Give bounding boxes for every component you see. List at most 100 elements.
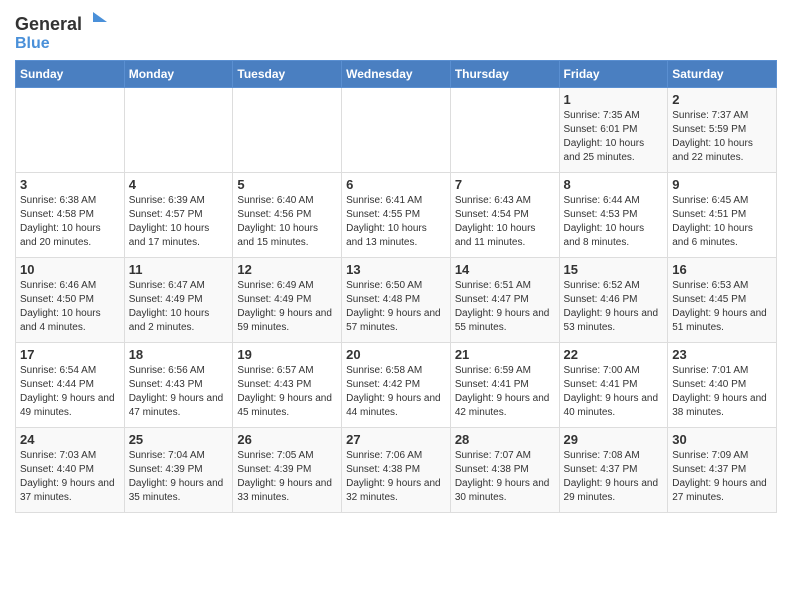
day-info: Sunrise: 6:50 AM Sunset: 4:48 PM Dayligh…	[346, 279, 446, 335]
day-number: 30	[672, 432, 772, 447]
svg-text:General: General	[15, 14, 82, 34]
day-number: 5	[237, 177, 337, 192]
calendar-day-cell: 30 Sunrise: 7:09 AM Sunset: 4:37 PM Dayli…	[668, 428, 777, 513]
day-number: 12	[237, 262, 337, 277]
calendar-day-cell: 12 Sunrise: 6:49 AM Sunset: 4:49 PM Dayli…	[233, 258, 342, 343]
day-number: 6	[346, 177, 446, 192]
day-info: Sunrise: 6:57 AM Sunset: 4:43 PM Dayligh…	[237, 364, 337, 420]
day-info: Sunrise: 7:37 AM Sunset: 5:59 PM Dayligh…	[672, 109, 772, 165]
calendar-week-row: 1 Sunrise: 7:35 AM Sunset: 6:01 PM Daylig…	[16, 88, 777, 173]
calendar-day-cell: 2 Sunrise: 7:37 AM Sunset: 5:59 PM Daylig…	[668, 88, 777, 173]
day-number: 19	[237, 347, 337, 362]
day-number: 8	[564, 177, 664, 192]
day-info: Sunrise: 7:04 AM Sunset: 4:39 PM Dayligh…	[129, 449, 229, 505]
day-info: Sunrise: 6:51 AM Sunset: 4:47 PM Dayligh…	[455, 279, 555, 335]
day-number: 28	[455, 432, 555, 447]
day-info: Sunrise: 6:53 AM Sunset: 4:45 PM Dayligh…	[672, 279, 772, 335]
calendar-day-cell	[450, 88, 559, 173]
weekday-header: Thursday	[450, 61, 559, 88]
day-number: 25	[129, 432, 229, 447]
calendar-day-cell: 3 Sunrise: 6:38 AM Sunset: 4:58 PM Daylig…	[16, 173, 125, 258]
day-info: Sunrise: 7:05 AM Sunset: 4:39 PM Dayligh…	[237, 449, 337, 505]
weekday-header: Saturday	[668, 61, 777, 88]
day-info: Sunrise: 6:58 AM Sunset: 4:42 PM Dayligh…	[346, 364, 446, 420]
calendar-day-cell: 7 Sunrise: 6:43 AM Sunset: 4:54 PM Daylig…	[450, 173, 559, 258]
calendar-day-cell: 10Sunrise: 6:46 AM Sunset: 4:50 PM Dayli…	[16, 258, 125, 343]
day-info: Sunrise: 6:46 AM Sunset: 4:50 PM Dayligh…	[20, 279, 120, 335]
day-info: Sunrise: 7:00 AM Sunset: 4:41 PM Dayligh…	[564, 364, 664, 420]
weekday-header: Monday	[124, 61, 233, 88]
day-info: Sunrise: 7:06 AM Sunset: 4:38 PM Dayligh…	[346, 449, 446, 505]
day-info: Sunrise: 7:09 AM Sunset: 4:37 PM Dayligh…	[672, 449, 772, 505]
calendar-day-cell: 15 Sunrise: 6:52 AM Sunset: 4:46 PM Dayli…	[559, 258, 668, 343]
calendar-day-cell: 18Sunrise: 6:56 AM Sunset: 4:43 PM Dayli…	[124, 343, 233, 428]
day-info: Sunrise: 6:47 AM Sunset: 4:49 PM Dayligh…	[129, 279, 229, 335]
weekday-header: Sunday	[16, 61, 125, 88]
logo: GeneralBlue	[15, 10, 110, 55]
day-number: 1	[564, 92, 664, 107]
calendar-day-cell: 22Sunrise: 7:00 AM Sunset: 4:41 PM Dayli…	[559, 343, 668, 428]
calendar-day-cell: 4Sunrise: 6:39 AM Sunset: 4:57 PM Daylig…	[124, 173, 233, 258]
day-number: 17	[20, 347, 120, 362]
page-container: GeneralBlue SundayMondayTuesdayWednesday…	[0, 0, 792, 523]
calendar-day-cell: 17 Sunrise: 6:54 AM Sunset: 4:44 PM Dayli…	[16, 343, 125, 428]
calendar-day-cell: 20 Sunrise: 6:58 AM Sunset: 4:42 PM Dayli…	[342, 343, 451, 428]
day-info: Sunrise: 6:44 AM Sunset: 4:53 PM Dayligh…	[564, 194, 664, 250]
calendar-day-cell	[233, 88, 342, 173]
calendar-day-cell: 29Sunrise: 7:08 AM Sunset: 4:37 PM Dayli…	[559, 428, 668, 513]
calendar-day-cell: 14 Sunrise: 6:51 AM Sunset: 4:47 PM Dayli…	[450, 258, 559, 343]
calendar-day-cell: 21 Sunrise: 6:59 AM Sunset: 4:41 PM Dayli…	[450, 343, 559, 428]
day-info: Sunrise: 6:49 AM Sunset: 4:49 PM Dayligh…	[237, 279, 337, 335]
calendar-day-cell: 26Sunrise: 7:05 AM Sunset: 4:39 PM Dayli…	[233, 428, 342, 513]
calendar-table: SundayMondayTuesdayWednesdayThursdayFrid…	[15, 60, 777, 513]
calendar-week-row: 10Sunrise: 6:46 AM Sunset: 4:50 PM Dayli…	[16, 258, 777, 343]
calendar-day-cell: 11 Sunrise: 6:47 AM Sunset: 4:49 PM Dayli…	[124, 258, 233, 343]
day-info: Sunrise: 6:40 AM Sunset: 4:56 PM Dayligh…	[237, 194, 337, 250]
day-number: 29	[564, 432, 664, 447]
day-info: Sunrise: 6:59 AM Sunset: 4:41 PM Dayligh…	[455, 364, 555, 420]
day-number: 2	[672, 92, 772, 107]
calendar-day-cell: 8 Sunrise: 6:44 AM Sunset: 4:53 PM Daylig…	[559, 173, 668, 258]
calendar-day-cell: 19 Sunrise: 6:57 AM Sunset: 4:43 PM Dayli…	[233, 343, 342, 428]
day-info: Sunrise: 7:07 AM Sunset: 4:38 PM Dayligh…	[455, 449, 555, 505]
day-info: Sunrise: 7:03 AM Sunset: 4:40 PM Dayligh…	[20, 449, 120, 505]
day-number: 24	[20, 432, 120, 447]
day-info: Sunrise: 6:39 AM Sunset: 4:57 PM Dayligh…	[129, 194, 229, 250]
day-info: Sunrise: 7:35 AM Sunset: 6:01 PM Dayligh…	[564, 109, 664, 165]
day-info: Sunrise: 6:38 AM Sunset: 4:58 PM Dayligh…	[20, 194, 120, 250]
day-number: 20	[346, 347, 446, 362]
header: GeneralBlue	[15, 10, 777, 55]
calendar-day-cell: 24 Sunrise: 7:03 AM Sunset: 4:40 PM Dayli…	[16, 428, 125, 513]
day-number: 3	[20, 177, 120, 192]
day-number: 7	[455, 177, 555, 192]
day-info: Sunrise: 6:43 AM Sunset: 4:54 PM Dayligh…	[455, 194, 555, 250]
day-number: 15	[564, 262, 664, 277]
day-number: 13	[346, 262, 446, 277]
day-number: 14	[455, 262, 555, 277]
day-info: Sunrise: 6:45 AM Sunset: 4:51 PM Dayligh…	[672, 194, 772, 250]
calendar-day-cell: 28 Sunrise: 7:07 AM Sunset: 4:38 PM Dayli…	[450, 428, 559, 513]
calendar-day-cell: 27Sunrise: 7:06 AM Sunset: 4:38 PM Dayli…	[342, 428, 451, 513]
calendar-header-row: SundayMondayTuesdayWednesdayThursdayFrid…	[16, 61, 777, 88]
calendar-day-cell	[16, 88, 125, 173]
day-number: 23	[672, 347, 772, 362]
day-number: 9	[672, 177, 772, 192]
day-info: Sunrise: 7:01 AM Sunset: 4:40 PM Dayligh…	[672, 364, 772, 420]
calendar-day-cell	[342, 88, 451, 173]
day-info: Sunrise: 6:52 AM Sunset: 4:46 PM Dayligh…	[564, 279, 664, 335]
calendar-day-cell: 5 Sunrise: 6:40 AM Sunset: 4:56 PM Daylig…	[233, 173, 342, 258]
logo-svg: GeneralBlue	[15, 10, 110, 55]
day-info: Sunrise: 6:41 AM Sunset: 4:55 PM Dayligh…	[346, 194, 446, 250]
day-info: Sunrise: 6:56 AM Sunset: 4:43 PM Dayligh…	[129, 364, 229, 420]
svg-text:Blue: Blue	[15, 35, 50, 52]
calendar-day-cell: 25 Sunrise: 7:04 AM Sunset: 4:39 PM Dayli…	[124, 428, 233, 513]
day-number: 11	[129, 262, 229, 277]
calendar-day-cell: 16 Sunrise: 6:53 AM Sunset: 4:45 PM Dayli…	[668, 258, 777, 343]
day-number: 16	[672, 262, 772, 277]
calendar-week-row: 17 Sunrise: 6:54 AM Sunset: 4:44 PM Dayli…	[16, 343, 777, 428]
calendar-day-cell: 13 Sunrise: 6:50 AM Sunset: 4:48 PM Dayli…	[342, 258, 451, 343]
weekday-header: Tuesday	[233, 61, 342, 88]
day-number: 21	[455, 347, 555, 362]
day-info: Sunrise: 6:54 AM Sunset: 4:44 PM Dayligh…	[20, 364, 120, 420]
calendar-week-row: 24 Sunrise: 7:03 AM Sunset: 4:40 PM Dayli…	[16, 428, 777, 513]
